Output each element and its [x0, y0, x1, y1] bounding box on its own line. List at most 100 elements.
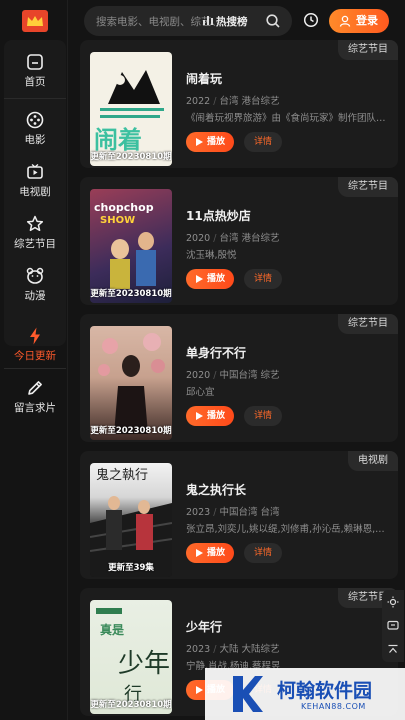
item-year: 2023	[186, 644, 211, 655]
category-badge: 综艺节目	[338, 177, 398, 197]
play-icon	[196, 412, 203, 420]
item-cast: 邱心宜	[186, 387, 215, 398]
poster-image[interactable]: 鬼之執行 更新至39集	[90, 463, 172, 577]
item-region-genre: 中国台湾 台湾	[219, 507, 280, 518]
back-to-top-icon[interactable]	[387, 644, 399, 656]
watermark: 柯翰软件园 KEHAN88.COM	[205, 668, 405, 720]
svg-text:SHOW: SHOW	[100, 215, 135, 226]
login-button[interactable]: 登录	[329, 9, 389, 33]
item-region-genre: 台湾 港台综艺	[219, 96, 280, 107]
item-region-genre: 大陆 大陆综艺	[219, 644, 280, 655]
item-title[interactable]: 闹着玩	[186, 70, 222, 87]
sidebar-item-label: 电视剧	[19, 186, 51, 198]
detail-button[interactable]: 详情	[244, 406, 282, 426]
play-icon	[196, 549, 203, 557]
item-year: 2020	[186, 370, 211, 381]
divider	[4, 368, 66, 369]
item-year: 2023	[186, 507, 211, 518]
item-region-genre: 台湾 港台综艺	[219, 233, 280, 244]
hot-search-link[interactable]: 热搜榜	[216, 14, 248, 29]
sidebar-item-label: 电影	[24, 134, 46, 146]
item-title[interactable]: 11点热炒店	[186, 207, 251, 224]
item-title[interactable]: 少年行	[186, 618, 222, 635]
poster-art: 闹着	[94, 70, 164, 154]
feedback-icon[interactable]	[387, 620, 399, 632]
sidebar-item-home[interactable]: 首页	[4, 52, 66, 89]
sidebar-item-anime[interactable]: 动漫	[4, 266, 66, 303]
list-item[interactable]: 电视剧 鬼之執行 更新至39集 鬼之执行长 2023 / 中国台湾 台湾 张立昂…	[80, 451, 398, 579]
svg-text:真是: 真是	[100, 622, 125, 637]
theme-sun-icon[interactable]	[387, 596, 399, 608]
poster-art	[98, 333, 165, 434]
user-icon	[339, 15, 351, 27]
poster-image[interactable]: 闹着 更新至20230810期	[90, 52, 172, 166]
play-icon	[196, 686, 203, 694]
item-title[interactable]: 鬼之执行长	[186, 481, 246, 498]
item-meta: 2023 / 大陆 大陆综艺	[186, 644, 280, 655]
play-button[interactable]: 播放	[186, 543, 234, 563]
sidebar-item-movie[interactable]: 电影	[4, 110, 66, 147]
item-meta: 2020 / 中国台湾 综艺	[186, 370, 280, 381]
star-icon	[26, 215, 44, 232]
film-reel-icon	[26, 111, 44, 129]
update-status: 更新至20230810期	[90, 426, 172, 436]
sidebar-item-request[interactable]: 留言求片	[4, 378, 66, 415]
update-status: 更新至20230810期	[90, 700, 172, 710]
sidebar: 首页 电影 电视剧 综艺节目 动漫 今日更新 留言求片	[0, 0, 68, 720]
watermark-url: KEHAN88.COM	[301, 702, 366, 711]
svg-text:chopchop: chopchop	[94, 201, 154, 214]
category-badge: 综艺节目	[338, 40, 398, 60]
detail-button[interactable]: 详情	[244, 132, 282, 152]
sidebar-item-label: 动漫	[24, 290, 46, 302]
category-badge: 综艺节目	[338, 314, 398, 334]
detail-button[interactable]: 详情	[244, 543, 282, 563]
poster-art: chopchop SHOW	[94, 201, 156, 289]
sidebar-item-tv[interactable]: 电视剧	[4, 162, 66, 199]
item-cast: 沈玉琳,殷悦	[186, 250, 237, 261]
item-year: 2020	[186, 233, 211, 244]
poster-image[interactable]: chopchop SHOW 更新至20230810期	[90, 189, 172, 303]
list-item[interactable]: 综艺节目 闹着 更新至20230810期 闹着玩 2022 / 台湾 港台综艺 …	[80, 40, 398, 168]
play-label: 播放	[207, 411, 226, 421]
svg-text:少年: 少年	[118, 649, 170, 679]
sidebar-item-label: 综艺节目	[14, 238, 56, 250]
detail-button[interactable]: 详情	[244, 269, 282, 289]
poster-image[interactable]: 更新至20230810期	[90, 326, 172, 440]
play-label: 播放	[207, 548, 226, 558]
search-icon[interactable]	[265, 13, 281, 29]
bear-icon	[26, 267, 44, 284]
floating-toolbar	[382, 590, 404, 662]
poster-image[interactable]: 真是 少年 行 更新至20230810期	[90, 600, 172, 714]
app-logo[interactable]	[22, 10, 48, 32]
item-title[interactable]: 单身行不行	[186, 344, 246, 361]
play-icon	[196, 275, 203, 283]
poster-art: 鬼之執行	[90, 467, 172, 577]
history-clock-icon[interactable]	[303, 12, 319, 28]
update-status: 更新至20230810期	[90, 152, 172, 162]
list-item[interactable]: 综艺节目 chopchop SHOW 更新至20230810期 11点热炒店 2…	[80, 177, 398, 305]
play-label: 播放	[207, 274, 226, 284]
play-button[interactable]: 播放	[186, 269, 234, 289]
item-meta: 2023 / 中国台湾 台湾	[186, 507, 280, 518]
sidebar-item-variety[interactable]: 综艺节目	[4, 214, 66, 251]
watermark-name: 柯翰软件园	[277, 680, 373, 702]
play-button[interactable]: 播放	[186, 132, 234, 152]
chart-icon	[203, 16, 213, 25]
sidebar-item-label: 今日更新	[14, 350, 56, 362]
play-button[interactable]: 播放	[186, 406, 234, 426]
list-item[interactable]: 综艺节目 更新至20230810期 单身行不行 2020 / 中国台湾 综艺 邱…	[80, 314, 398, 442]
sidebar-item-label: 首页	[24, 76, 46, 88]
sidebar-item-today-update[interactable]: 今日更新	[4, 326, 66, 363]
update-status: 更新至39集	[108, 563, 154, 573]
tv-icon	[27, 163, 43, 179]
crown-icon	[27, 16, 43, 26]
sidebar-item-label: 留言求片	[14, 402, 56, 414]
home-icon	[27, 54, 43, 70]
pencil-icon	[28, 381, 42, 395]
item-region-genre: 中国台湾 综艺	[219, 370, 280, 381]
login-label: 登录	[356, 14, 378, 27]
item-year: 2022	[186, 96, 211, 107]
item-meta: 2020 / 台湾 港台综艺	[186, 233, 280, 244]
search-bar[interactable]: 搜索电影、电视剧、综艺、 热搜榜	[84, 6, 292, 36]
poster-art: 真是 少年 行	[96, 608, 170, 705]
